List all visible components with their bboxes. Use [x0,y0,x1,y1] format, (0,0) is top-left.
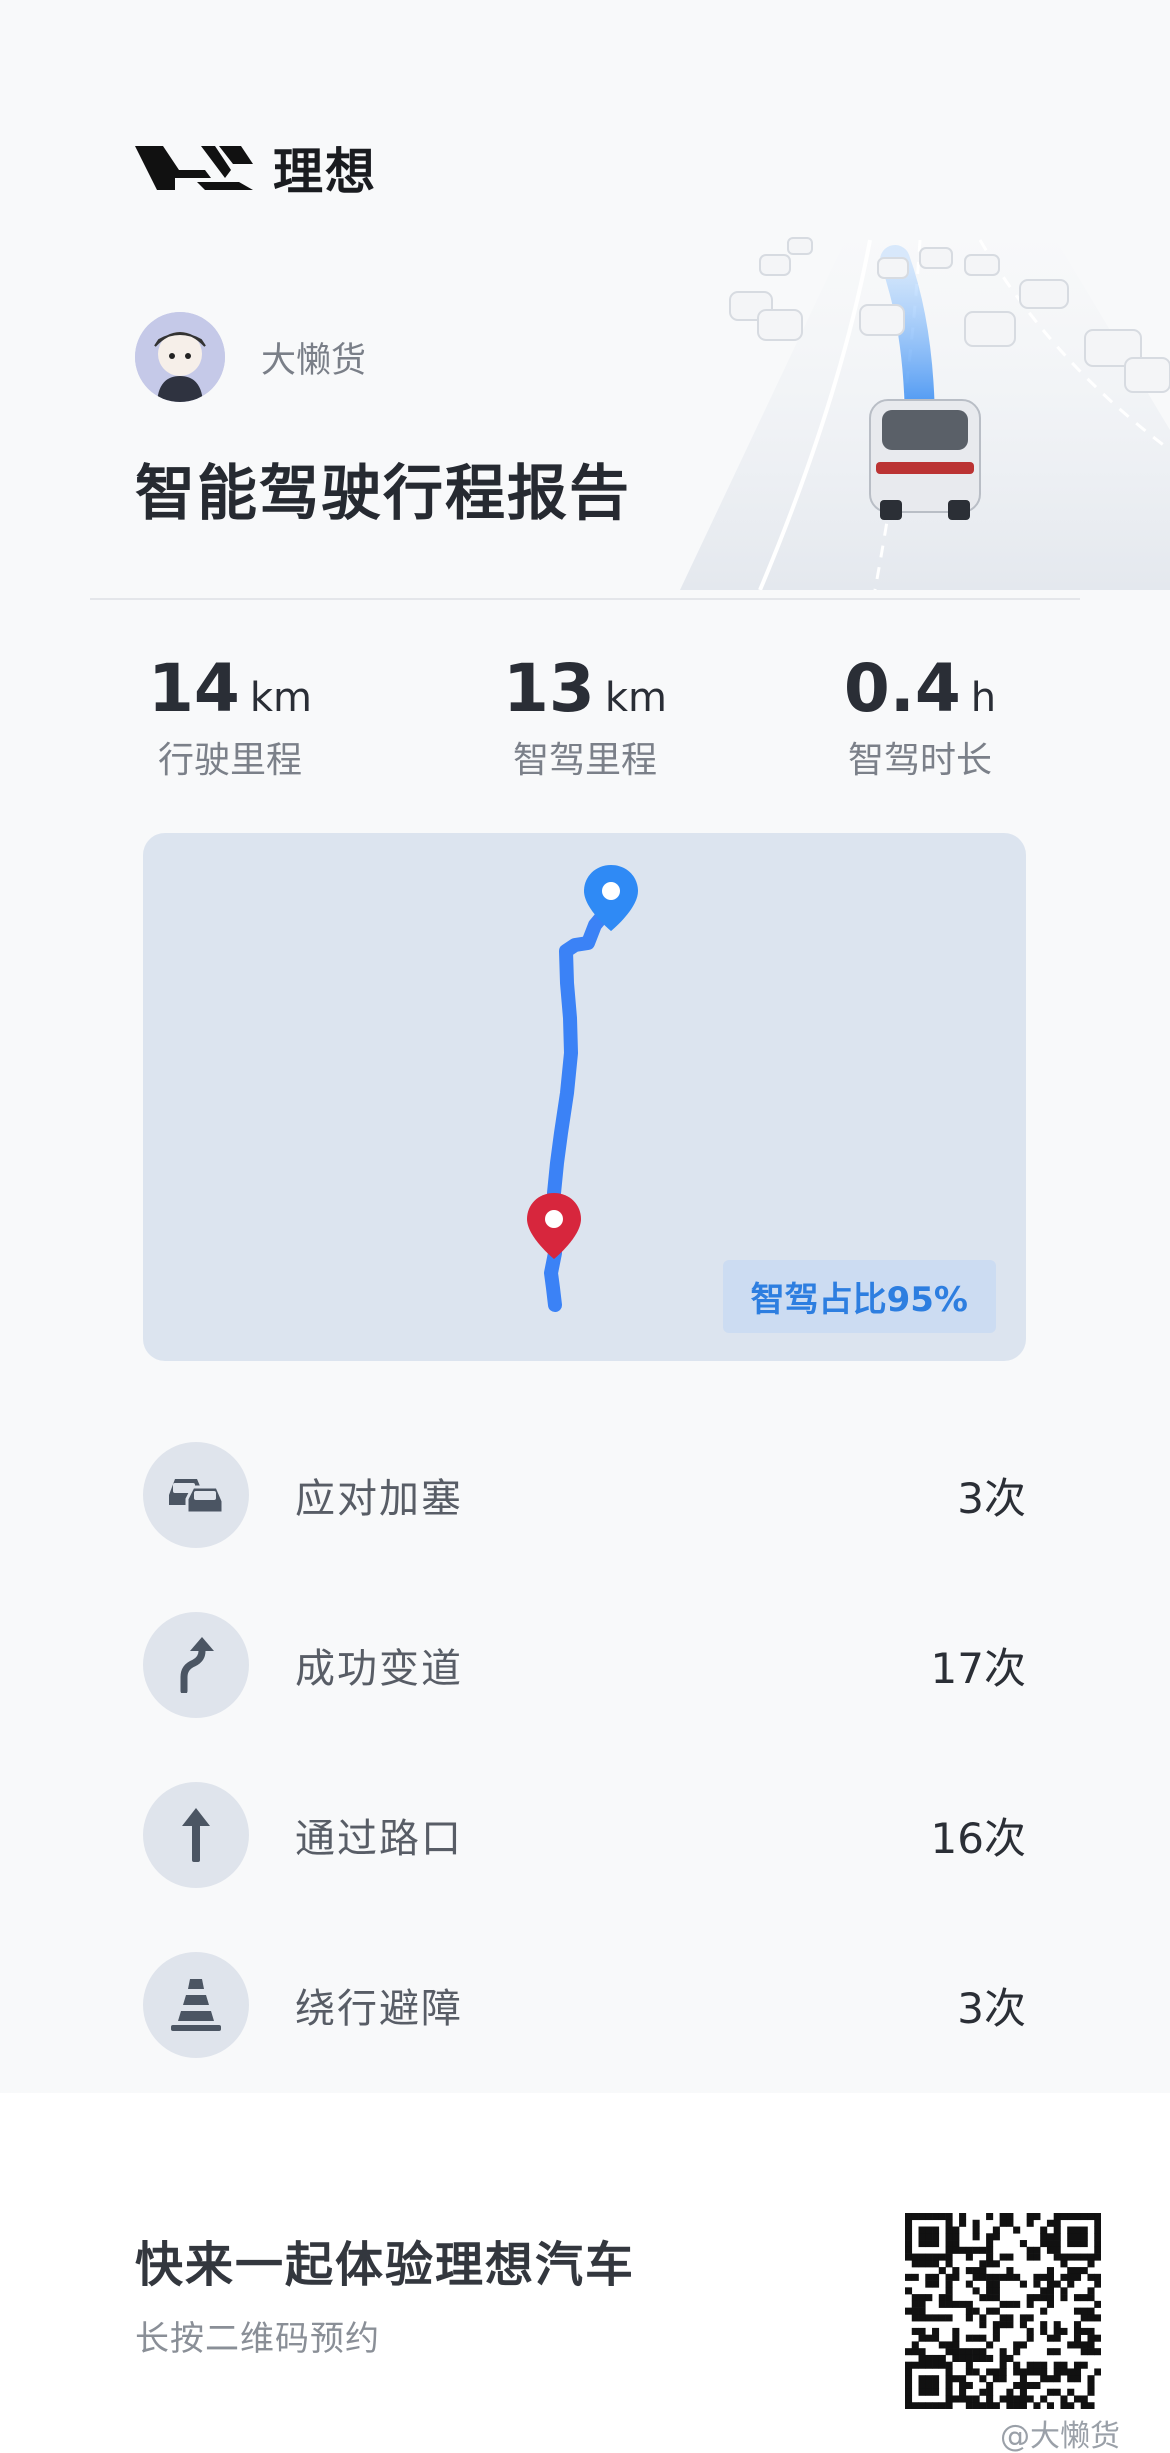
qr-code[interactable] [905,2213,1101,2409]
stat-label: 行驶里程 [157,740,302,781]
brand: 理想 [135,140,377,201]
trip-stats: 14 km 行驶里程 13 km 智驾里程 0.4 h 智驾时长 [90,650,1080,783]
lane-change-icon [143,1612,249,1718]
stat-value: 14 [148,650,240,727]
event-count: 16次 [930,1813,1026,1863]
li-auto-logo-icon [135,146,253,190]
event-count: 3次 [957,1473,1026,1523]
event-label: 通过路口 [295,1816,463,1862]
stat-value: 0.4 [843,650,961,727]
stat-value: 13 [503,650,595,727]
brand-name: 理想 [273,143,377,201]
event-label: 应对加塞 [295,1476,463,1522]
obstacle-cone-icon [143,1952,249,2058]
event-list: 应对加塞 3次 成功变道 17次 通过路口 16次 绕行避障 3次 [143,1410,1026,2090]
user-info: 大懒货 [135,312,366,402]
event-count: 17次 [930,1643,1026,1693]
stat-assisted-duration: 0.4 h 智驾时长 [780,650,1060,783]
list-item: 应对加塞 3次 [143,1410,1026,1580]
event-label: 绕行避障 [295,1986,463,2032]
list-item: 通过路口 16次 [143,1750,1026,1920]
footer: 快来一起体验理想汽车 长按二维码预约 @大懒货 [0,2093,1170,2453]
avatar[interactable] [135,312,225,402]
report-header: 理想 大懒货 智能驾驶行程报告 [0,0,1170,600]
cta-subtitle: 长按二维码预约 [135,2319,380,2359]
cta-title: 快来一起体验理想汽车 [135,2237,636,2293]
stat-assisted-distance: 13 km 智驾里程 [445,650,725,783]
assisted-ratio-badge: 智驾占比95% [722,1260,996,1333]
page-title: 智能驾驶行程报告 [135,459,631,529]
username: 大懒货 [261,340,367,381]
event-label: 成功变道 [295,1646,463,1692]
stat-unit: h [970,675,997,721]
route-map[interactable]: 智驾占比95% [143,833,1026,1361]
end-pin-icon [527,1193,581,1259]
list-item: 成功变道 17次 [143,1580,1026,1750]
event-count: 3次 [957,1983,1026,2033]
divider [90,598,1080,600]
traffic-jam-icon [143,1442,249,1548]
stat-label: 智驾里程 [512,740,657,781]
driving-scene-illustration [680,230,1170,590]
list-item: 绕行避障 3次 [143,1920,1026,2090]
stat-driving-distance: 14 km 行驶里程 [90,650,370,783]
intersection-icon [143,1782,249,1888]
stat-label: 智驾时长 [847,740,992,781]
stat-unit: km [604,675,667,721]
stat-unit: km [249,675,312,721]
watermark: @大懒货 [1000,2419,1120,2453]
